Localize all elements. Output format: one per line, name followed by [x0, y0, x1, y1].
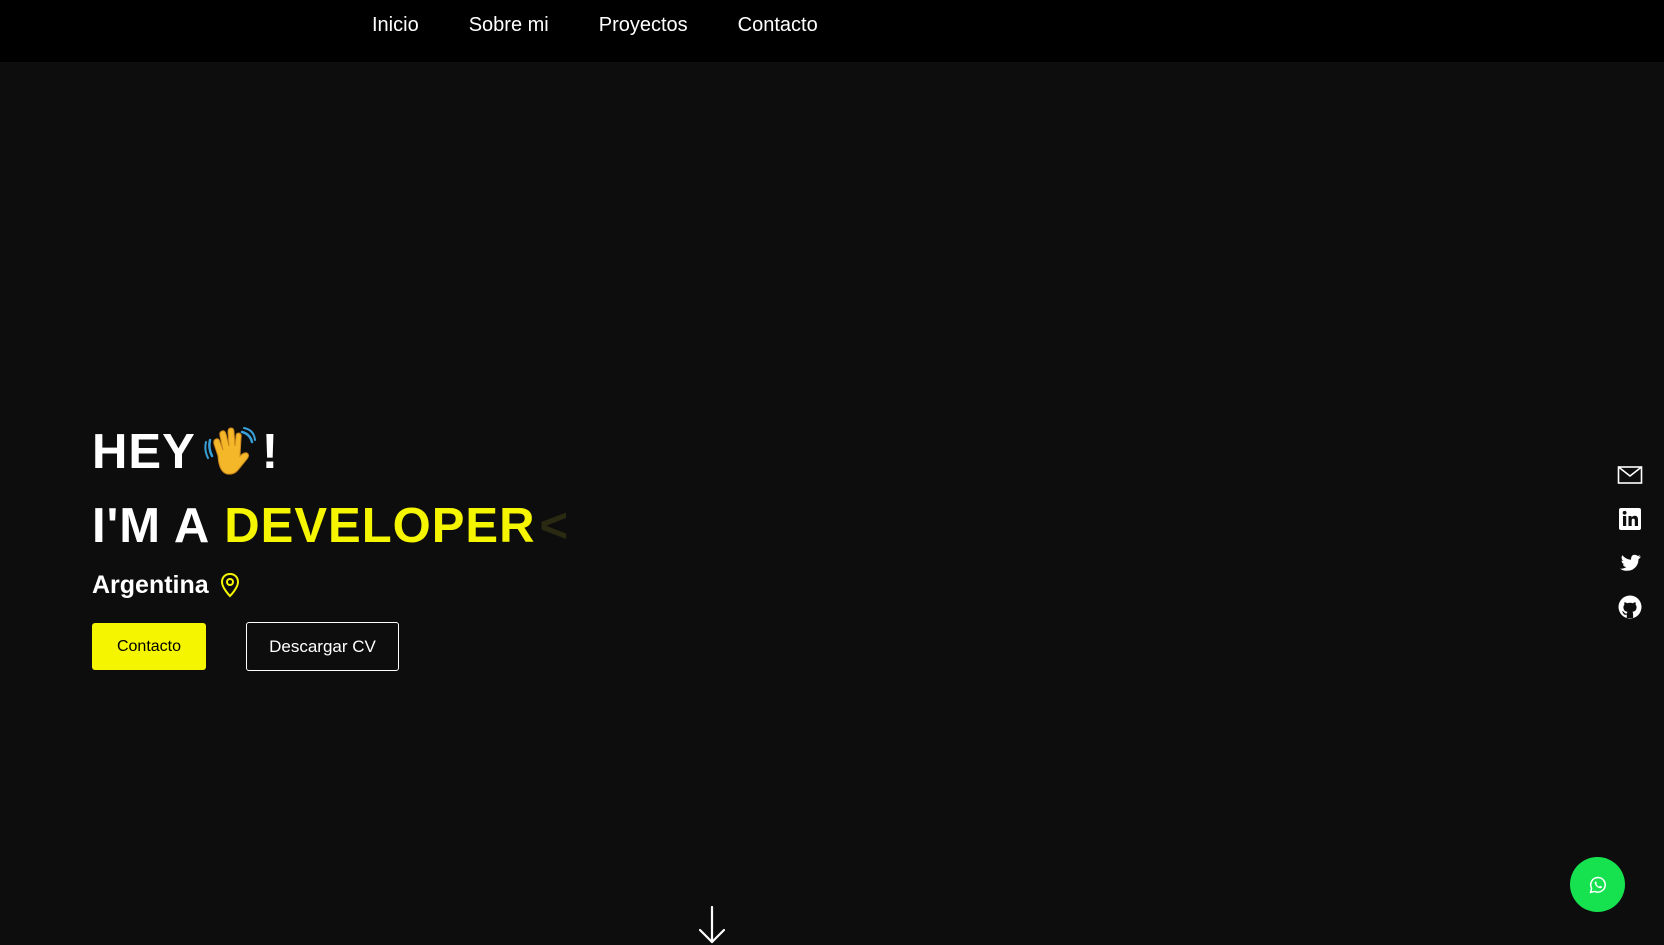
- waving-hand-icon: [204, 427, 256, 475]
- top-navbar: Inicio Sobre mi Proyectos Contacto: [0, 0, 1664, 62]
- contact-button[interactable]: Contacto: [92, 623, 206, 670]
- greeting-text: HEY: [92, 425, 196, 479]
- nav-link-sobre-mi[interactable]: Sobre mi: [469, 13, 549, 37]
- nav-link-proyectos[interactable]: Proyectos: [599, 13, 688, 37]
- download-cv-button[interactable]: Descargar CV: [246, 622, 399, 671]
- mail-icon[interactable]: [1617, 462, 1643, 488]
- hero-greeting: HEY !: [92, 424, 569, 480]
- github-icon[interactable]: [1617, 594, 1643, 620]
- nav-links: Inicio Sobre mi Proyectos Contacto: [372, 13, 868, 37]
- location-text: Argentina: [92, 570, 209, 599]
- role-highlight: DEVELOPER: [224, 499, 536, 553]
- hero-section: HEY ! I'M A DEVELOPER < Argentina Contac…: [92, 424, 569, 671]
- social-sidebar: [1617, 462, 1643, 638]
- arrow-down-icon[interactable]: [697, 906, 727, 945]
- twitter-icon[interactable]: [1617, 550, 1643, 576]
- role-prefix: I'M A: [92, 499, 211, 553]
- page: Inicio Sobre mi Proyectos Contacto HEY !…: [0, 0, 1664, 945]
- greeting-exclamation: !: [261, 425, 280, 479]
- hero-buttons: Contacto Descargar CV: [92, 622, 569, 671]
- linkedin-icon[interactable]: [1617, 506, 1643, 532]
- typing-caret: <: [539, 499, 570, 553]
- map-pin-icon: [220, 572, 239, 598]
- location: Argentina: [92, 568, 569, 602]
- nav-link-inicio[interactable]: Inicio: [372, 13, 419, 37]
- nav-link-contacto[interactable]: Contacto: [738, 13, 818, 37]
- whatsapp-icon: [1589, 876, 1606, 893]
- hero-role-line: I'M A DEVELOPER <: [92, 498, 569, 554]
- whatsapp-button[interactable]: [1570, 857, 1625, 912]
